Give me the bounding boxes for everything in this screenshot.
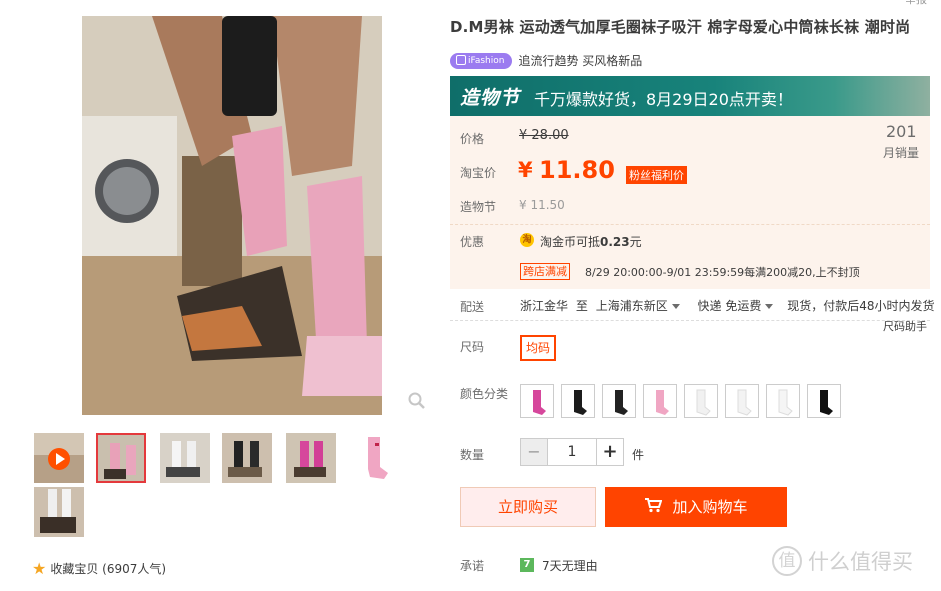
color-option-white-red[interactable]	[766, 384, 800, 418]
cross-store-text: 8/29 20:00:00-9/01 23:59:59每满200减20,上不封顶	[585, 266, 860, 279]
ship-to: 上海浦东新区	[595, 299, 668, 313]
chevron-down-icon	[765, 304, 774, 309]
thumb-6[interactable]	[350, 433, 400, 483]
ship-from: 浙江金华	[520, 299, 569, 313]
coin-amount: 0.23	[600, 235, 630, 249]
promise-label: 承诺	[460, 559, 485, 573]
color-label: 颜色分类	[460, 387, 509, 401]
color-option-black[interactable]	[807, 384, 841, 418]
zoom-icon[interactable]	[407, 391, 427, 411]
stock-status: 现货，付款后48小时内发货	[787, 299, 935, 313]
product-title: D.M男袜 运动透气加厚毛圈袜子吸汗 棉字母爱心中筒袜长袜 潮时尚	[450, 18, 911, 36]
express: 快递 免运费	[697, 299, 762, 313]
divider	[450, 320, 930, 321]
size-helper-link[interactable]: 尺码助手	[883, 318, 927, 334]
color-option-black-white[interactable]	[561, 384, 595, 418]
quantity-minus-button[interactable]: −	[521, 439, 548, 465]
thumb-2[interactable]	[96, 433, 146, 483]
color-option-pink-black[interactable]	[520, 384, 554, 418]
quantity-input[interactable]: 1	[548, 439, 596, 465]
cross-store-tag[interactable]: 跨店满减	[520, 263, 570, 280]
report-link[interactable]: 举报	[905, 0, 927, 7]
monthly-sales-label: 月销量	[883, 146, 920, 160]
ifashion-icon	[456, 54, 466, 65]
thumb-3[interactable]	[160, 433, 210, 483]
currency-symbol: ¥	[518, 158, 533, 182]
quantity-unit: 件	[632, 448, 645, 462]
watermark-text: 什么值得买	[808, 550, 913, 574]
size-label: 尺码	[460, 340, 485, 354]
promise-text[interactable]: 7天无理由	[542, 557, 598, 574]
orig-price-label: 价格	[460, 132, 485, 146]
thumb-5[interactable]	[286, 433, 336, 483]
promo-box: 优惠 淘 淘金币可抵0.23元 跨店满减 8/29 20:00:00-9/01 …	[450, 224, 930, 289]
seven-day-icon: 7	[520, 558, 534, 572]
watermark-logo-icon: 值	[772, 546, 802, 576]
tb-price-label: 淘宝价	[460, 166, 497, 180]
price-box: 价格 ¥ 28.00 淘宝价 ¥ 11.80 粉丝福利价 造物节 ¥ 11.50…	[450, 116, 930, 224]
fest-price: ¥ 11.50	[519, 198, 565, 212]
tag-text: 追流行趋势 买风格新品	[518, 54, 643, 68]
star-icon: ★	[32, 559, 47, 578]
smzdm-watermark: 值 什么值得买	[772, 546, 913, 576]
ship-to-word: 至	[575, 299, 588, 313]
ifashion-badge[interactable]: iFashion	[450, 52, 513, 69]
orig-price: ¥ 28.00	[519, 128, 569, 143]
festival-banner[interactable]: 造物节 千万爆款好货，8月29日20点开卖！	[450, 76, 930, 116]
festival-slogan: 千万爆款好货，8月29日20点开卖！	[534, 90, 793, 109]
color-option-white-black[interactable]	[684, 384, 718, 418]
tb-price: 11.80	[539, 156, 615, 184]
ship-to-select[interactable]: 上海浦东新区	[596, 299, 680, 313]
fans-badge: 粉丝福利价	[626, 166, 687, 184]
shipping-row: 浙江金华 至 上海浦东新区 快递 免运费 现货，付款后48小时内发货	[520, 297, 934, 314]
quantity-label: 数量	[460, 448, 485, 462]
thumb-4[interactable]	[222, 433, 272, 483]
thumb-video[interactable]	[34, 433, 84, 483]
size-option[interactable]: 均码	[520, 335, 556, 361]
coin-text: 淘金币可抵0.23元	[540, 235, 642, 249]
monthly-sales-count: 201	[886, 122, 917, 141]
promo-label: 优惠	[460, 235, 485, 249]
ifashion-tag-row[interactable]: iFashion 追流行趋势 买风格新品	[450, 52, 642, 69]
favorite-link[interactable]: ★ 收藏宝贝 (6907人气)	[32, 559, 166, 578]
add-to-cart-label: 加入购物车	[672, 498, 748, 516]
cart-icon	[644, 488, 663, 528]
festival-logo: 造物节	[460, 87, 521, 109]
buy-now-button[interactable]: 立即购买	[460, 487, 596, 527]
fest-price-label: 造物节	[460, 200, 497, 214]
shipping-label: 配送	[460, 300, 485, 314]
thumb-7[interactable]	[34, 487, 84, 537]
add-to-cart-button[interactable]: 加入购物车	[605, 487, 787, 527]
color-option-light-pink[interactable]	[643, 384, 677, 418]
main-product-image[interactable]	[82, 16, 382, 415]
quantity-stepper: − 1 +	[520, 438, 624, 466]
color-option-black-red[interactable]	[602, 384, 636, 418]
quantity-plus-button[interactable]: +	[596, 439, 623, 465]
express-select[interactable]: 快递 免运费	[698, 299, 774, 313]
taojinbi-icon: 淘	[520, 233, 534, 247]
chevron-down-icon	[671, 304, 680, 309]
color-option-white-blue[interactable]	[725, 384, 759, 418]
favorite-text: 收藏宝贝 (6907人气)	[50, 562, 167, 576]
